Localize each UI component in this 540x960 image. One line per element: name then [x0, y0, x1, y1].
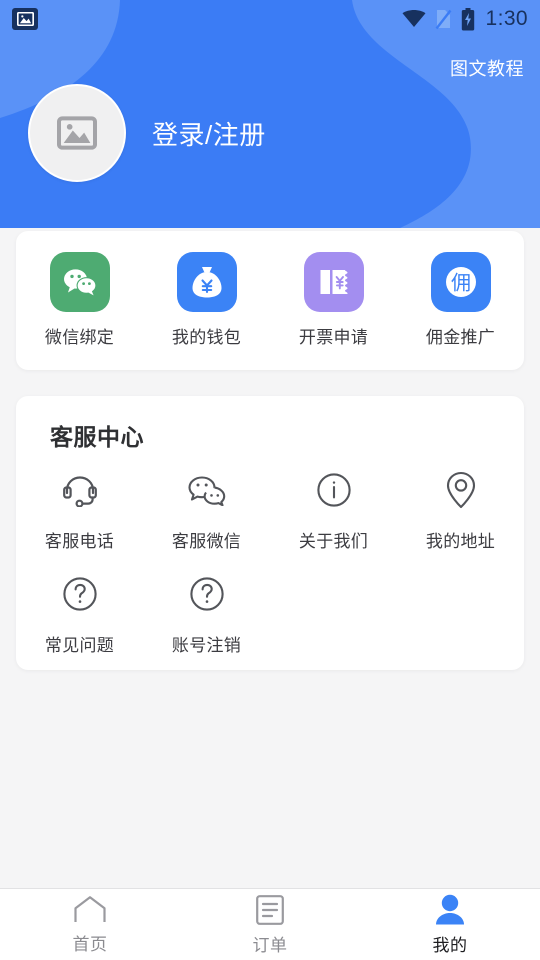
info-circle-icon: [308, 464, 360, 516]
service-item-hotline[interactable]: 客服电话: [16, 464, 143, 552]
quick-action-commission[interactable]: 佣 佣金推广: [397, 252, 524, 348]
quick-action-label: 佣金推广: [425, 328, 496, 347]
question-circle-icon: [54, 568, 106, 620]
service-item-faq[interactable]: 常见问题: [16, 568, 143, 656]
quick-action-label: 开票申请: [298, 328, 369, 347]
tab-label: 订单: [252, 935, 288, 955]
status-bar: 1:30: [0, 0, 540, 38]
battery-charging-icon: [461, 7, 474, 30]
document-icon: [256, 894, 284, 925]
status-bar-right: 1:30: [402, 7, 528, 31]
commission-icon: 佣: [430, 252, 491, 312]
quick-action-label: 我的钱包: [171, 328, 242, 347]
tutorial-link[interactable]: 图文教程: [450, 55, 524, 81]
header-banner: 1:30 图文教程 登录/注册: [0, 0, 540, 228]
service-item-about-us[interactable]: 关于我们: [270, 464, 397, 552]
question-circle-icon: [181, 568, 233, 620]
service-item-wechat[interactable]: 客服微信: [143, 464, 270, 552]
gallery-icon: [12, 8, 38, 30]
headset-icon: [54, 464, 106, 516]
login-register-label[interactable]: 登录/注册: [152, 115, 266, 152]
service-item-label: 关于我们: [298, 532, 369, 551]
service-center-title: 客服中心: [50, 424, 144, 450]
image-placeholder-icon: [57, 116, 97, 150]
quick-action-my-wallet[interactable]: 我的钱包: [143, 252, 270, 348]
status-bar-left: [12, 8, 38, 30]
avatar[interactable]: [28, 84, 126, 182]
service-center-card: 客服中心 客服电话 客服微信 关于我们 我的地址 常见问题 账号注销: [16, 396, 524, 670]
quick-actions-card: 微信绑定 我的钱包 开票申请 佣 佣金推广: [16, 231, 524, 370]
service-item-label: 我的地址: [425, 532, 496, 551]
quick-action-wechat-bind[interactable]: 微信绑定: [16, 252, 143, 348]
invoice-icon: [303, 252, 364, 312]
quick-actions-grid: 微信绑定 我的钱包 开票申请 佣 佣金推广: [16, 231, 524, 348]
quick-action-invoice-request[interactable]: 开票申请: [270, 252, 397, 348]
wechat-icon: [49, 252, 110, 312]
wechat-outline-icon: [181, 464, 233, 516]
status-bar-time: 1:30: [485, 7, 528, 30]
tab-home[interactable]: 首页: [0, 889, 180, 960]
wifi-icon: [402, 10, 426, 28]
service-center-grid: 客服电话 客服微信 关于我们 我的地址 常见问题 账号注销: [16, 462, 524, 672]
service-item-label: 账号注销: [171, 636, 242, 655]
svg-text:佣: 佣: [451, 271, 471, 295]
tab-mine[interactable]: 我的: [360, 889, 540, 960]
profile-section[interactable]: 登录/注册: [28, 84, 266, 182]
tab-label: 我的: [432, 935, 468, 955]
home-icon: [74, 895, 106, 922]
map-pin-icon: [435, 464, 487, 516]
tab-orders[interactable]: 订单: [180, 889, 360, 960]
sim-off-icon: [435, 9, 451, 30]
service-item-account-deactivation[interactable]: 账号注销: [143, 568, 270, 656]
service-item-label: 客服电话: [44, 532, 115, 551]
service-item-my-address[interactable]: 我的地址: [397, 464, 524, 552]
service-item-label: 客服微信: [171, 532, 242, 551]
money-bag-icon: [176, 252, 237, 312]
tab-label: 首页: [72, 934, 108, 954]
person-icon: [436, 894, 464, 924]
quick-action-label: 微信绑定: [44, 328, 115, 347]
bottom-tab-bar: 首页 订单 我的: [0, 888, 540, 960]
service-item-label: 常见问题: [44, 636, 115, 655]
